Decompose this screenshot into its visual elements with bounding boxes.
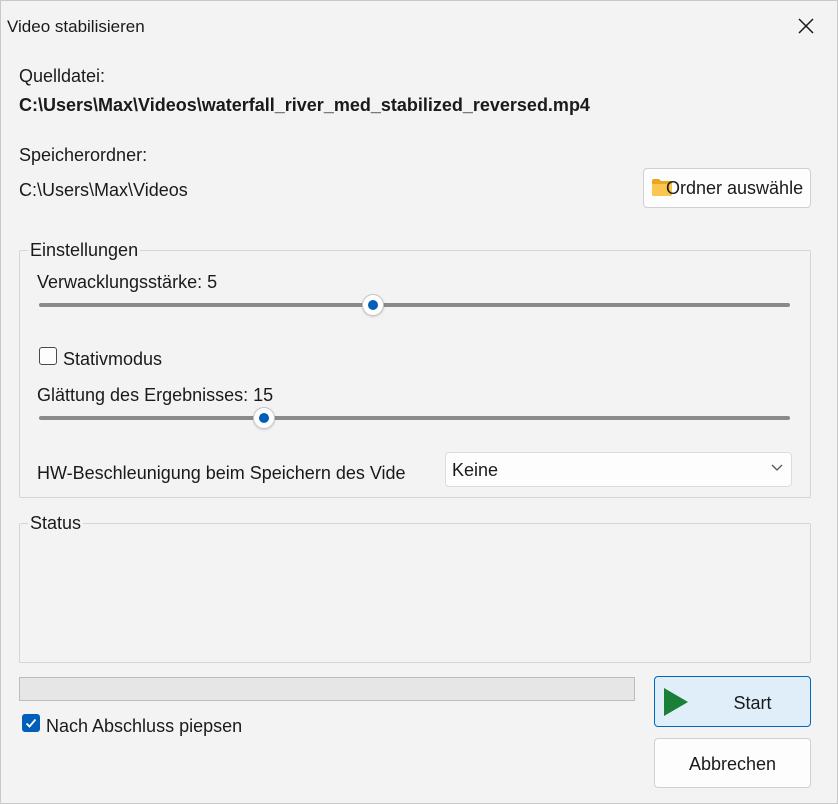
slider-thumb[interactable] (361, 294, 384, 316)
shakiness-label: Verwacklungsstärke: 5 (37, 272, 218, 292)
slider-thumb[interactable] (253, 407, 276, 429)
tripod-mode-label: Stativmodus (63, 349, 163, 369)
title-bar: Video stabilisieren (1, 1, 837, 51)
beep-on-finish-label: Nach Abschluss piepsen (46, 716, 243, 736)
start-button[interactable]: Start (654, 676, 811, 727)
choose-folder-label: Ordner auswähle (666, 178, 804, 198)
beep-on-finish-checkbox[interactable] (22, 714, 40, 732)
chevron-down-icon (771, 464, 783, 471)
hw-accel-value: Keine (452, 460, 499, 480)
source-path: C:\Users\Max\Videos\waterfall_river_med_… (19, 95, 590, 115)
output-folder-path: C:\Users\Max\Videos (19, 180, 188, 200)
progress-bar (19, 677, 635, 701)
check-icon (25, 718, 37, 728)
hw-accel-select[interactable]: Keine (445, 452, 792, 487)
window-title: Video stabilisieren (7, 17, 145, 36)
close-button[interactable] (793, 13, 819, 39)
close-icon (798, 18, 814, 34)
status-group-title: Status (30, 513, 82, 533)
dialog-window: Video stabilisieren Quelldatei: C:\Users… (0, 0, 838, 804)
tripod-mode-checkbox[interactable] (39, 347, 57, 365)
source-label: Quelldatei: (19, 66, 106, 86)
cancel-button[interactable]: Abbrechen (654, 738, 811, 788)
slider-track (39, 303, 790, 307)
start-button-label: Start (733, 693, 772, 713)
status-group: Status (19, 513, 811, 663)
smoothing-slider[interactable] (39, 407, 790, 429)
hw-accel-label: HW-Beschleunigung beim Speichern des Vid… (37, 463, 406, 483)
slider-track (39, 416, 790, 420)
cancel-button-label: Abbrechen (688, 754, 777, 774)
shakiness-slider[interactable] (39, 294, 790, 316)
output-folder-label: Speicherordner: (19, 145, 148, 165)
settings-group-title: Einstellungen (30, 240, 139, 260)
choose-folder-button[interactable]: Ordner auswähle (643, 168, 811, 208)
smoothing-label: Glättung des Ergebnisses: 15 (37, 385, 274, 405)
